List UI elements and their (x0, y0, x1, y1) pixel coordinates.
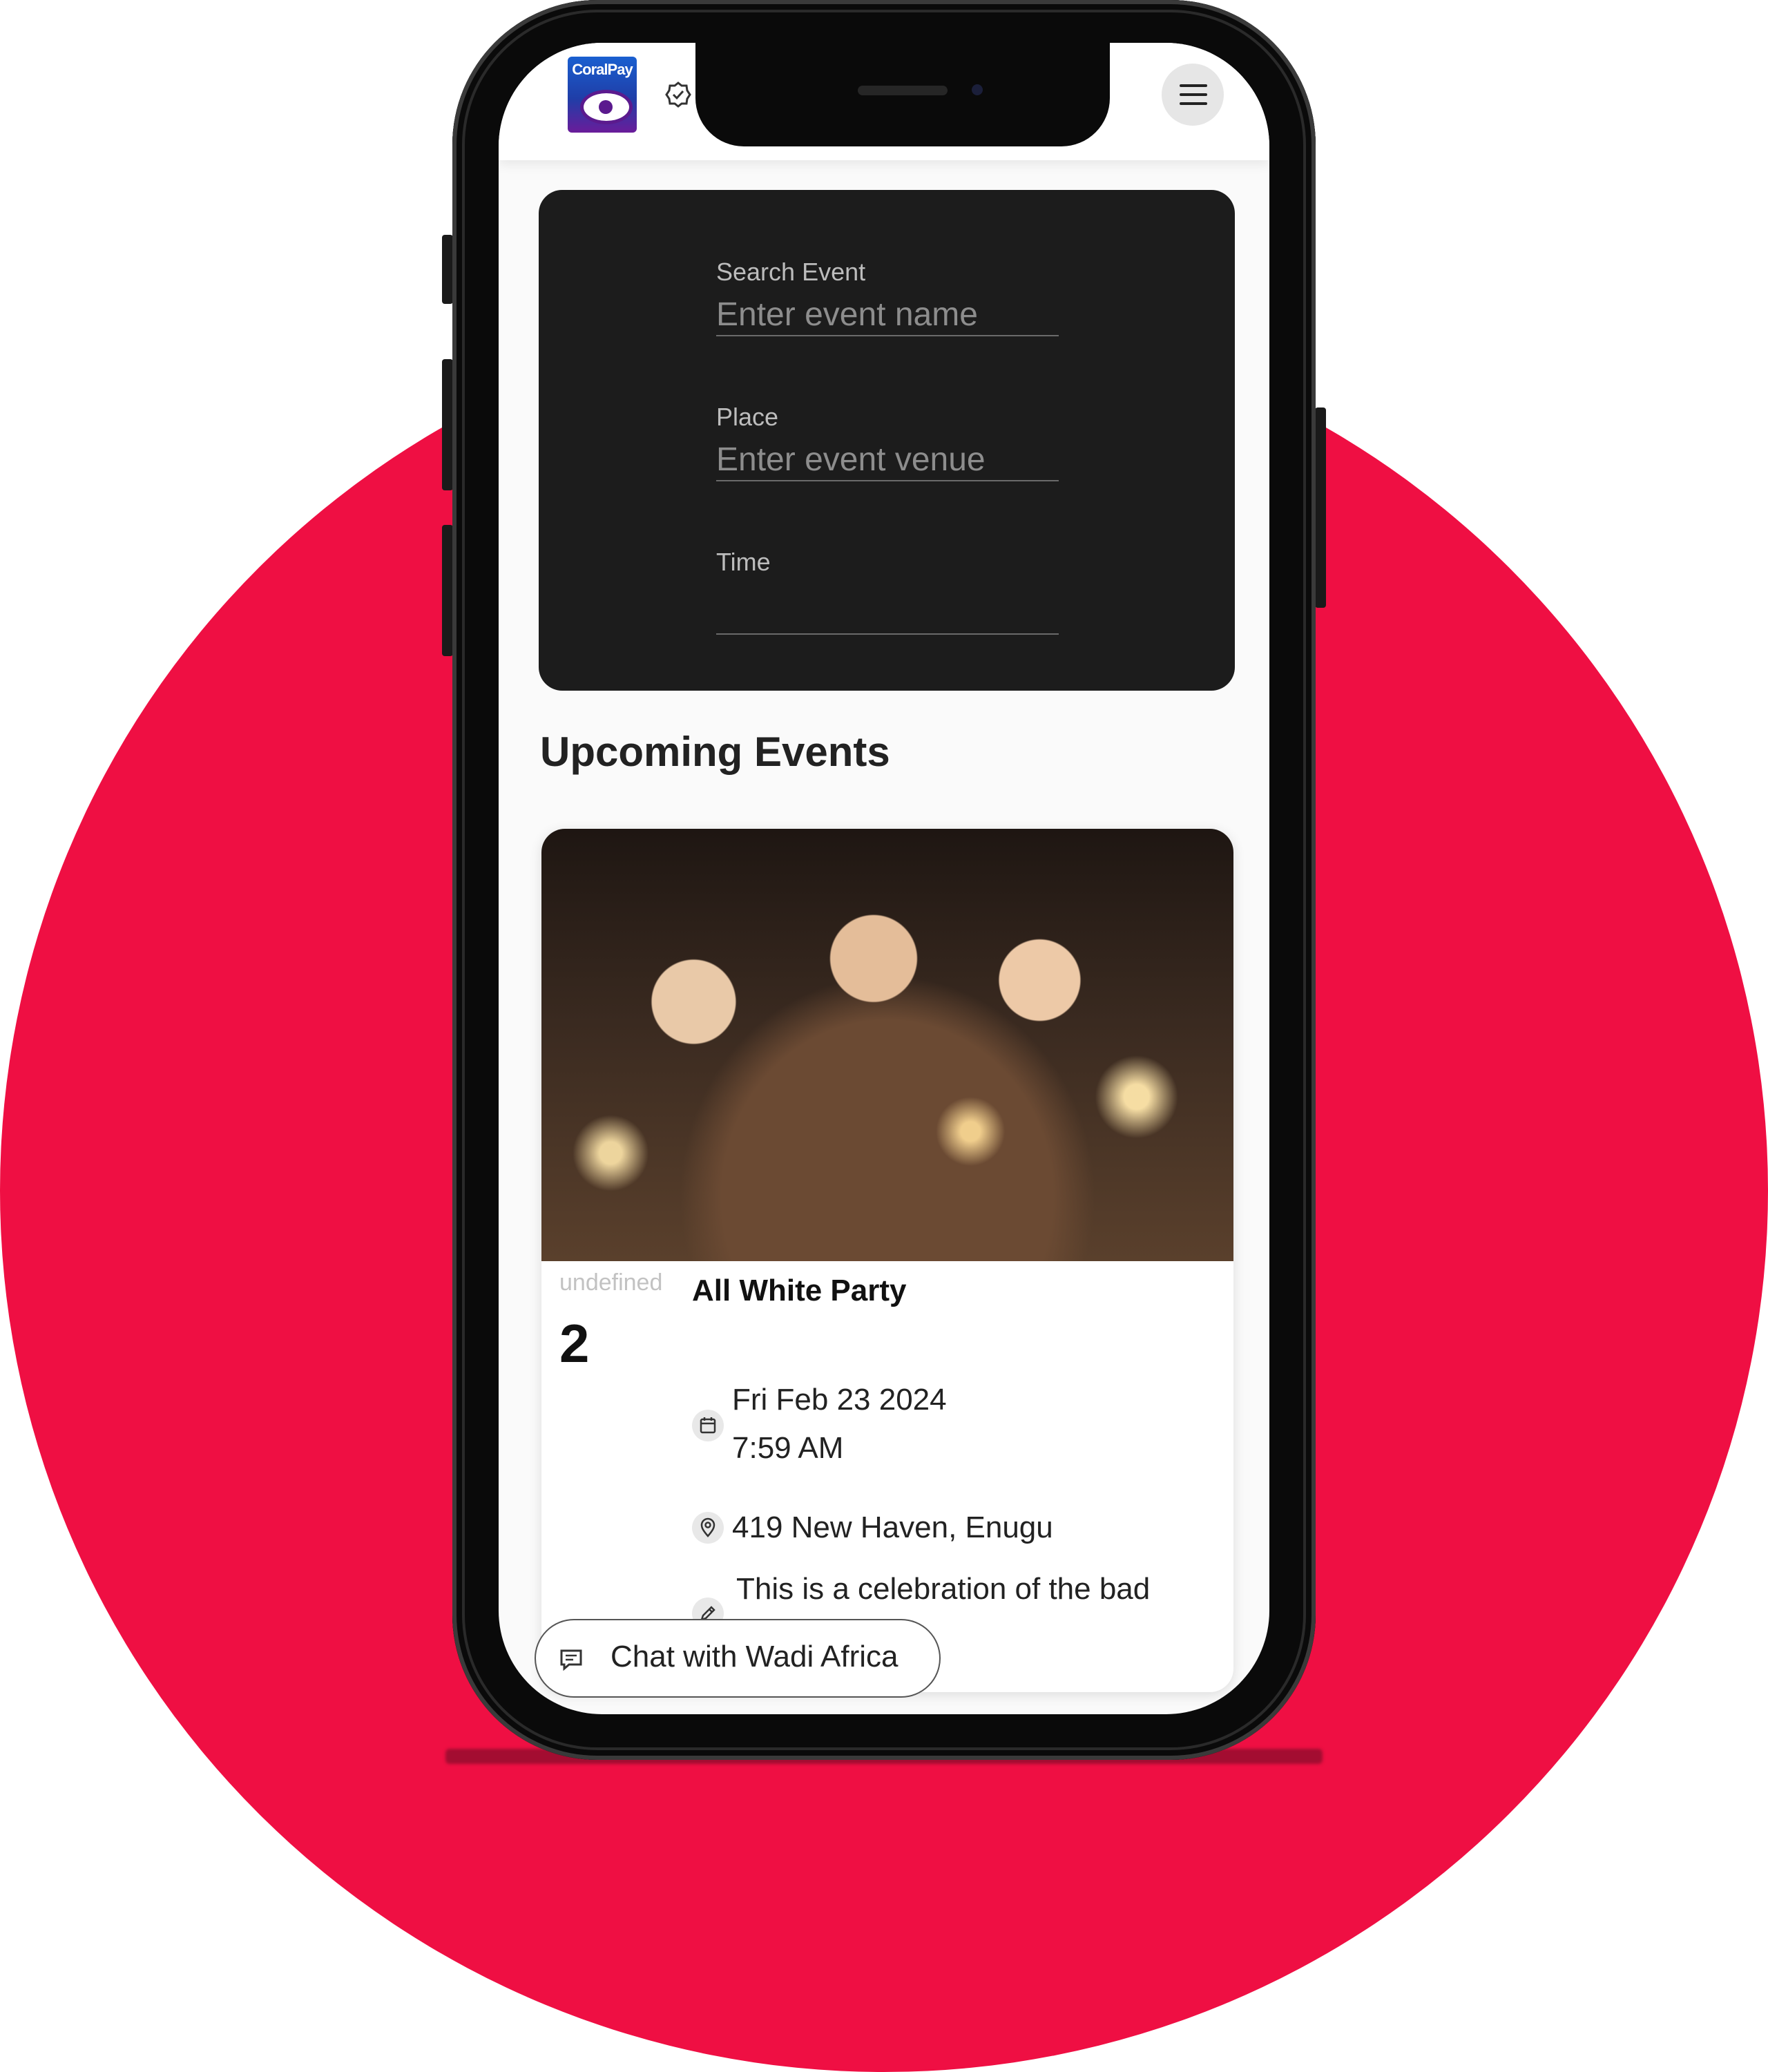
logo-text: CoralPay (572, 61, 633, 78)
event-photo (541, 829, 1233, 1261)
location-pin-icon (692, 1512, 724, 1544)
menu-icon-line (1180, 102, 1207, 105)
volume-up-button (442, 359, 453, 490)
event-time: 7:59 AM (732, 1431, 844, 1465)
phone-notch (695, 43, 1110, 146)
speaker-grille (858, 86, 948, 95)
event-day: 2 (559, 1313, 590, 1374)
power-button (1315, 407, 1326, 608)
menu-icon-line (1180, 84, 1207, 87)
chat-button-label: Chat with Wadi Africa (611, 1640, 899, 1673)
coralpay-logo[interactable]: CoralPay (568, 57, 637, 133)
event-card[interactable]: undefined 2 All White Party Fri Feb 23 2… (541, 829, 1233, 1692)
front-camera (972, 84, 983, 95)
event-date: Fri Feb 23 2024 (732, 1383, 947, 1417)
upcoming-events-heading: Upcoming Events (540, 729, 890, 775)
chat-bubble-icon (560, 1649, 582, 1671)
menu-icon-line (1180, 93, 1207, 96)
search-event-label: Search Event (716, 258, 866, 286)
logo-eye-icon (580, 90, 633, 124)
mute-switch (442, 235, 453, 304)
place-label: Place (716, 403, 779, 431)
event-month: undefined (559, 1269, 663, 1296)
time-input[interactable] (716, 592, 1059, 635)
menu-button[interactable] (1162, 64, 1224, 126)
search-form: Search Event Place Time (539, 190, 1235, 691)
event-venue-input[interactable] (716, 439, 1059, 481)
volume-down-button (442, 525, 453, 656)
time-label: Time (716, 548, 771, 576)
calendar-icon (692, 1410, 724, 1441)
verified-badge-icon (665, 81, 691, 108)
event-title: All White Party (692, 1274, 907, 1307)
phone-screen: CoralPay Search Event Place Time Upcomin… (499, 43, 1269, 1714)
event-location: 419 New Haven, Enugu (732, 1510, 1053, 1544)
chat-button[interactable]: Chat with Wadi Africa (535, 1619, 941, 1698)
event-name-input[interactable] (716, 294, 1059, 336)
